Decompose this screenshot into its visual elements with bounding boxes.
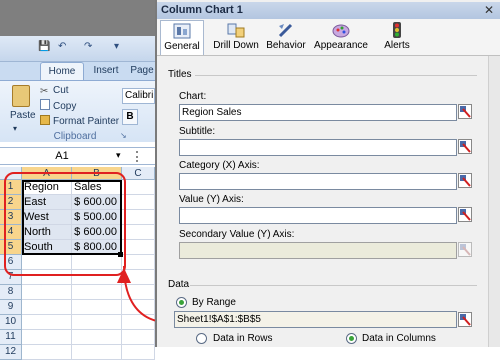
cell-link-icon <box>460 244 471 256</box>
chart-title-label: Chart: <box>179 91 207 102</box>
dialog-title: Column Chart 1 <box>157 2 500 19</box>
chart-title-input[interactable]: Region Sales <box>179 104 457 121</box>
close-icon[interactable]: ✕ <box>482 3 496 17</box>
tab-appearance-label: Appearance <box>314 40 368 51</box>
tab-behavior-label: Behavior <box>266 40 306 51</box>
subtitle-label: Subtitle: <box>179 126 216 137</box>
tab-alerts-label: Alerts <box>384 40 410 51</box>
data-in-rows-label: Data in Rows <box>213 333 273 344</box>
titles-section-label: Titles <box>168 69 192 80</box>
cell-a[interactable] <box>22 345 72 360</box>
cell-link-icon <box>460 141 471 153</box>
drill-down-icon <box>227 23 245 38</box>
chart-title-bind-button[interactable] <box>458 104 472 119</box>
subtitle-bind-button[interactable] <box>458 139 472 154</box>
subtitle-input[interactable] <box>179 139 457 156</box>
cell-link-icon <box>460 175 471 187</box>
data-in-columns-label: Data in Columns <box>362 333 436 344</box>
secondary-y-axis-bind-button <box>458 242 472 257</box>
y-axis-label: Value (Y) Axis: <box>179 194 244 205</box>
data-in-columns-radio[interactable] <box>346 333 357 344</box>
tab-behavior[interactable]: Behavior <box>264 20 308 55</box>
tab-appearance[interactable]: Appearance <box>314 20 368 55</box>
tab-drill-down-label: Drill Down <box>213 40 259 51</box>
by-range-label: By Range <box>192 297 236 308</box>
x-axis-bind-button[interactable] <box>458 173 472 188</box>
tab-alerts[interactable]: Alerts <box>378 20 416 55</box>
data-range-bind-button[interactable] <box>458 312 472 327</box>
tab-general-label: General <box>164 41 200 52</box>
cell-link-icon <box>460 209 471 221</box>
data-section-label: Data <box>168 279 190 290</box>
tab-drill-down[interactable]: Drill Down <box>212 20 260 55</box>
y-axis-bind-button[interactable] <box>458 207 472 222</box>
alerts-icon <box>393 22 401 38</box>
y-axis-input[interactable] <box>179 207 457 224</box>
general-icon <box>173 23 191 39</box>
cell-c[interactable] <box>122 345 155 360</box>
data-range-input[interactable]: Sheet1!$A$1:$B$5 <box>174 311 457 328</box>
by-range-radio[interactable] <box>176 297 187 308</box>
x-axis-label: Category (X) Axis: <box>179 160 260 171</box>
appearance-icon <box>332 24 350 38</box>
cell-link-icon <box>460 106 471 118</box>
x-axis-input[interactable] <box>179 173 457 190</box>
behavior-icon <box>278 23 293 38</box>
data-in-rows-radio[interactable] <box>196 333 207 344</box>
secondary-y-axis-label: Secondary Value (Y) Axis: <box>179 229 295 240</box>
row-header[interactable]: 12 <box>0 345 22 360</box>
data-section-divider <box>190 285 477 286</box>
dialog-scrollbar[interactable] <box>488 56 500 347</box>
titles-section-divider <box>195 75 477 76</box>
cell-b[interactable] <box>72 345 122 360</box>
cell-link-icon <box>460 314 471 326</box>
secondary-y-axis-input <box>179 242 457 259</box>
tab-general[interactable]: General <box>160 20 204 55</box>
